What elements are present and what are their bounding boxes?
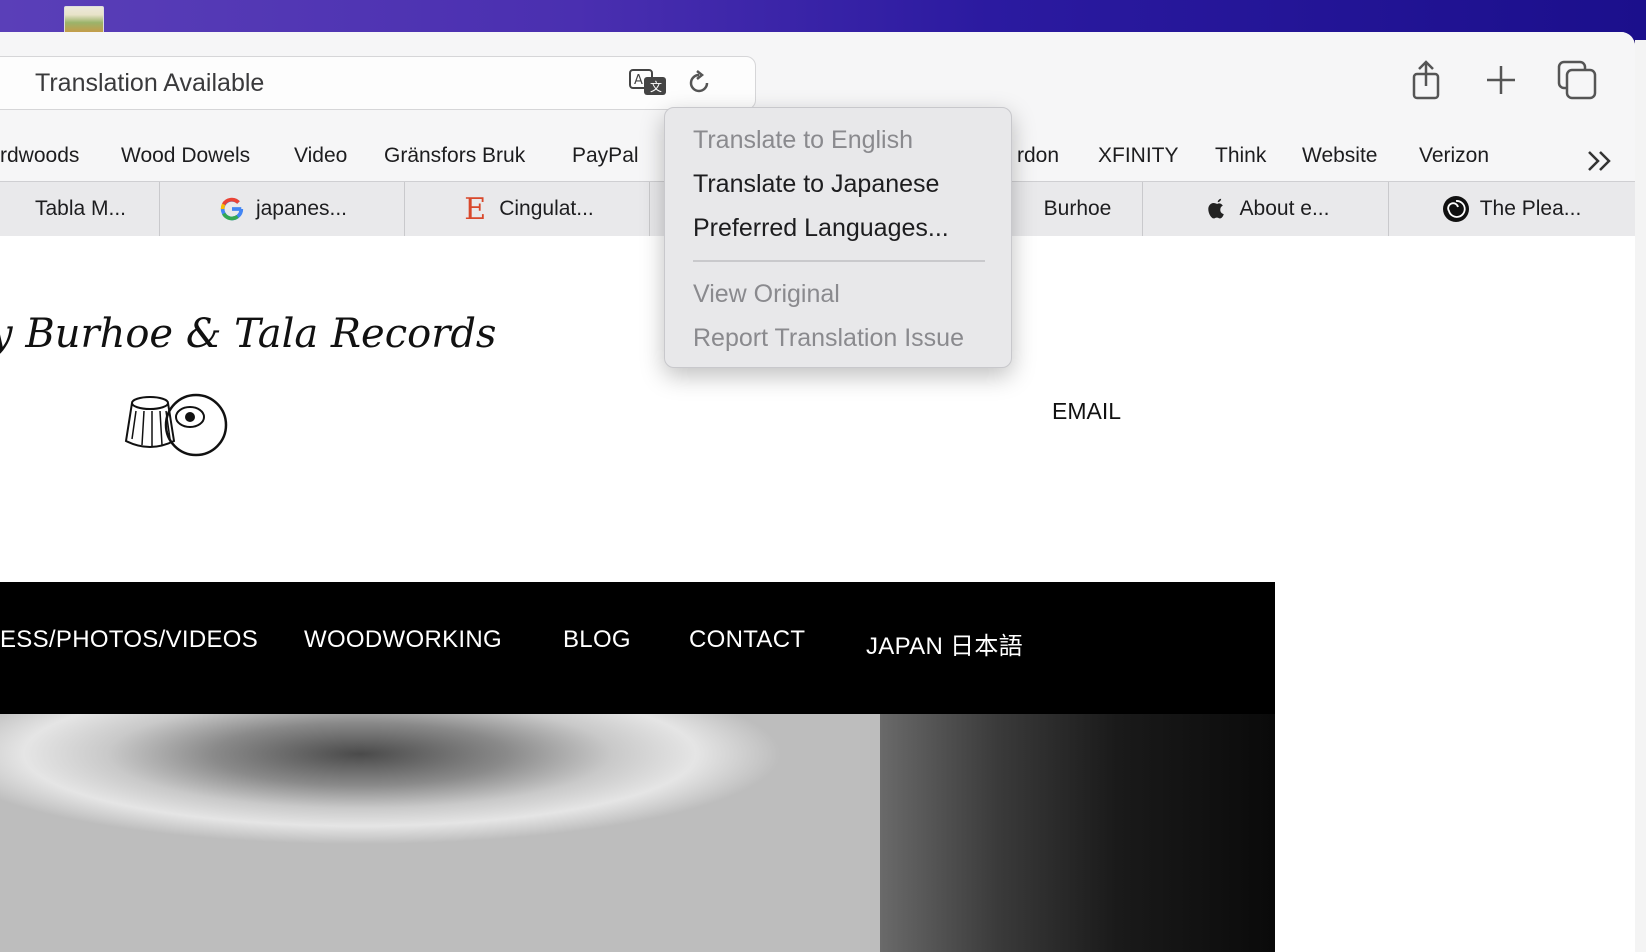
bookmark-item[interactable]: Think <box>1215 144 1266 168</box>
menu-translate-japanese[interactable]: Translate to Japanese <box>693 170 939 199</box>
new-tab-icon[interactable] <box>1479 58 1523 102</box>
bookmark-item[interactable]: rdon <box>1017 144 1059 168</box>
menu-separator <box>693 260 985 262</box>
svg-text:A: A <box>634 73 643 88</box>
menu-report-issue: Report Translation Issue <box>693 324 964 352</box>
spiral-icon <box>1442 195 1470 223</box>
tab[interactable]: Tabla M... <box>0 182 158 236</box>
nav-item[interactable]: CONTACT <box>689 626 805 654</box>
tab[interactable]: About e... <box>1142 182 1388 236</box>
email-link[interactable]: EMAIL <box>1052 398 1121 425</box>
bookmark-item[interactable]: XFINITY <box>1098 144 1179 168</box>
tab[interactable]: japanes... <box>159 182 405 236</box>
bookmark-item[interactable]: PayPal <box>572 144 639 168</box>
menu-translate-english: Translate to English <box>693 126 914 154</box>
more-bookmarks-icon[interactable] <box>1585 148 1615 174</box>
nav-item[interactable]: WOODWORKING <box>304 626 502 654</box>
tab-label: Burhoe <box>1043 197 1112 220</box>
hero-photo <box>0 714 1275 952</box>
nav-item[interactable]: BLOG <box>563 626 631 654</box>
bookmark-item[interactable]: Video <box>294 144 347 168</box>
share-icon[interactable] <box>1404 58 1448 102</box>
desktop-thumbnail[interactable] <box>64 6 104 34</box>
reload-icon[interactable] <box>683 67 715 99</box>
nav-item[interactable]: JAPAN 日本語 <box>866 626 1023 661</box>
address-bar-text: Translation Available <box>35 69 265 97</box>
site-logo-text[interactable]: y Burhoe & Tala Records <box>0 311 496 357</box>
google-icon <box>218 195 246 223</box>
apple-icon <box>1202 195 1230 223</box>
bookmark-item[interactable]: Verizon <box>1419 144 1489 168</box>
translate-menu: Translate to English Translate to Japane… <box>664 107 1012 368</box>
nav-item[interactable]: ESS/PHOTOS/VIDEOS <box>0 626 258 654</box>
desktop-edge <box>1635 40 1646 952</box>
e-icon: E <box>464 191 487 227</box>
tab[interactable]: The Plea... <box>1388 182 1634 236</box>
tab-label: About e... <box>1239 197 1330 220</box>
bookmark-item[interactable]: rdwoods <box>0 144 79 168</box>
bookmark-item[interactable]: Website <box>1302 144 1377 168</box>
menu-view-original: View Original <box>693 280 840 308</box>
bookmark-item[interactable]: Wood Dowels <box>121 144 250 168</box>
hero-photo-shadow <box>880 714 1275 952</box>
svg-text:文: 文 <box>650 79 662 94</box>
bookmark-item[interactable]: Gränsfors Bruk <box>384 144 525 168</box>
tab-label: japanes... <box>255 197 348 220</box>
tab-overview-icon[interactable] <box>1555 58 1599 102</box>
tab-label: Tabla M... <box>34 197 127 220</box>
translate-icon[interactable]: A 文 <box>629 67 669 99</box>
tab[interactable]: E Cingulat... <box>404 182 650 236</box>
tab-label: Cingulat... <box>499 197 594 220</box>
address-bar[interactable]: Translation Available A 文 <box>0 56 756 110</box>
tab-label: The Plea... <box>1479 197 1582 220</box>
menu-preferred-languages[interactable]: Preferred Languages... <box>693 214 949 243</box>
site-navigation: ESS/PHOTOS/VIDEOS WOODWORKING BLOG CONTA… <box>0 582 1275 714</box>
tabla-drum-logo <box>124 393 228 457</box>
